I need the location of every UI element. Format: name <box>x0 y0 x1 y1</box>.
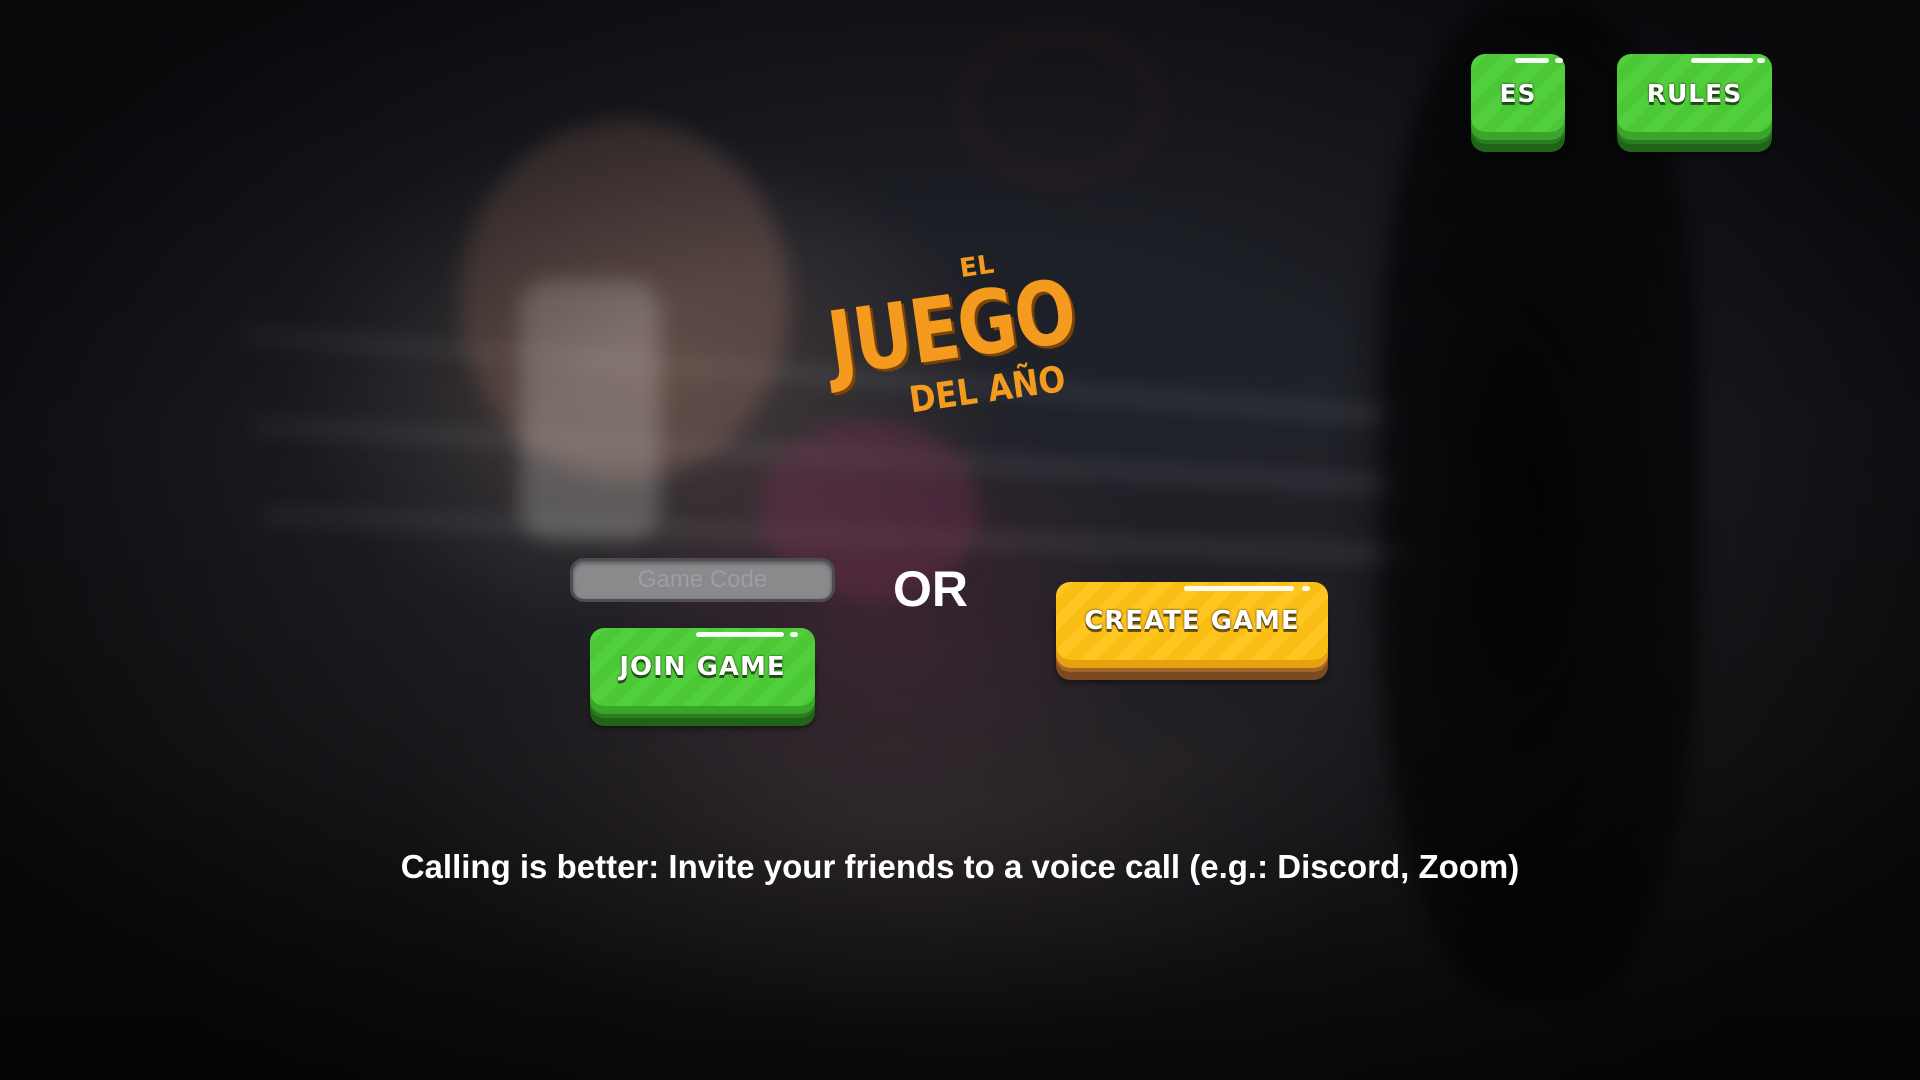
rules-button[interactable]: RULES <box>1617 54 1772 132</box>
voice-call-tip: Calling is better: Invite your friends t… <box>400 848 1520 885</box>
rules-button-label: RULES <box>1646 78 1743 108</box>
button-shine <box>1691 58 1753 63</box>
button-shine-dot <box>1302 586 1310 591</box>
button-shine-dot <box>1555 58 1563 63</box>
button-shine-dot <box>790 632 798 637</box>
vignette-overlay <box>0 0 1920 1080</box>
game-menu-screen: ES RULES EL JUEGO DEL AÑO JOIN GAME OR C… <box>0 0 1920 1080</box>
language-button-label: ES <box>1499 78 1537 108</box>
or-divider: OR <box>893 561 968 617</box>
button-shine <box>1184 586 1294 591</box>
create-game-button[interactable]: CREATE GAME <box>1056 582 1328 660</box>
language-button[interactable]: ES <box>1471 54 1565 132</box>
game-code-input[interactable] <box>570 558 835 602</box>
create-game-button-label: CREATE GAME <box>1084 606 1300 636</box>
join-game-button-label: JOIN GAME <box>619 652 786 682</box>
button-shine <box>696 632 784 637</box>
button-shine-dot <box>1757 58 1765 63</box>
button-shine <box>1515 58 1549 63</box>
join-game-button[interactable]: JOIN GAME <box>590 628 815 706</box>
